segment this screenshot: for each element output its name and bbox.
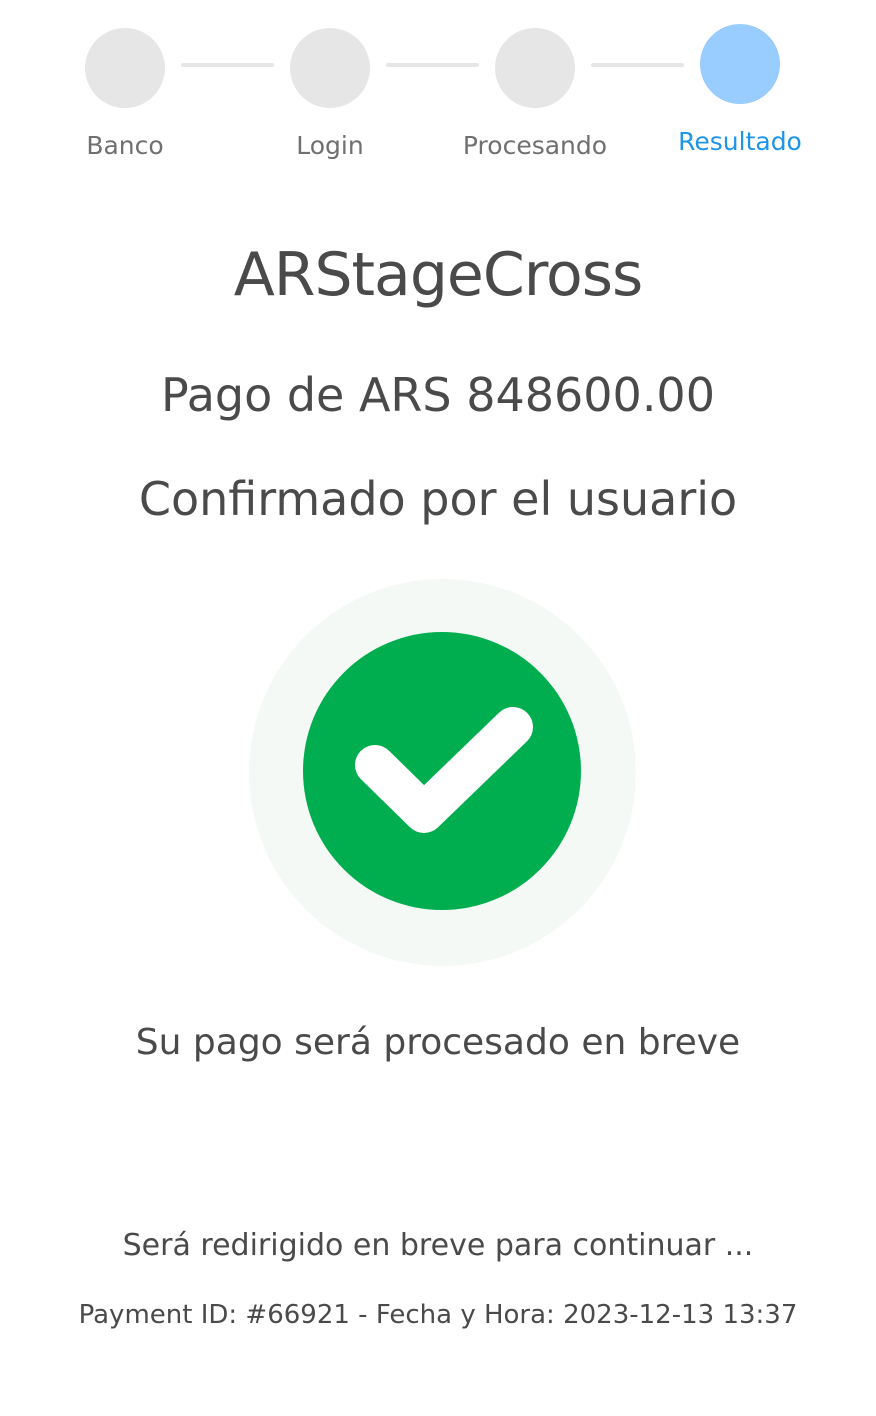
progress-stepper: Banco Login Procesando Resultado bbox=[0, 0, 876, 170]
merchant-name: ARStageCross bbox=[233, 240, 644, 310]
step-banco-label: Banco bbox=[86, 131, 164, 160]
step-connector-1 bbox=[181, 63, 274, 67]
step-resultado-indicator bbox=[700, 24, 780, 104]
step-banco-indicator bbox=[85, 28, 165, 108]
step-procesando-indicator bbox=[495, 28, 575, 108]
step-resultado-label: Resultado bbox=[678, 127, 802, 156]
processing-notice: Su pago será procesado en breve bbox=[135, 1022, 741, 1063]
payment-status: Confirmado por el usuario bbox=[138, 472, 738, 526]
step-connector-2 bbox=[386, 63, 479, 67]
payment-id-footer: Payment ID: #66921 - Fecha y Hora: 2023-… bbox=[78, 1300, 798, 1330]
step-procesando-label: Procesando bbox=[462, 131, 608, 160]
step-login-label: Login bbox=[296, 131, 364, 160]
checkmark-icon bbox=[355, 707, 533, 833]
redirect-notice: Será redirigido en breve para continuar … bbox=[122, 1228, 754, 1263]
check-circle-icon bbox=[303, 632, 581, 910]
step-login-indicator bbox=[290, 28, 370, 108]
payment-amount: Pago de ARS 848600.00 bbox=[161, 368, 715, 422]
step-connector-3 bbox=[591, 63, 684, 67]
